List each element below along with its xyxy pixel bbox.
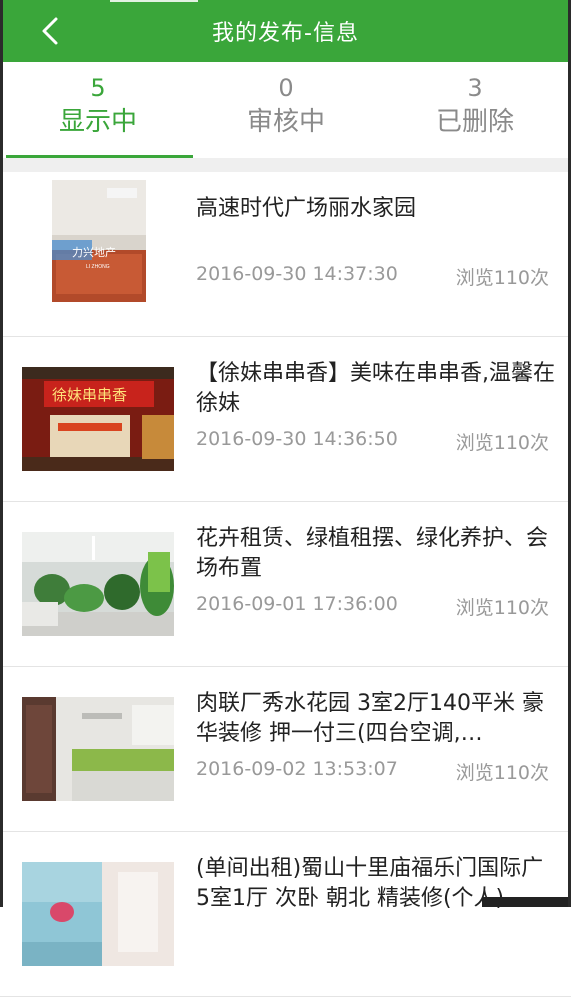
tab-label: 显示中 [58, 107, 137, 137]
tab-label: 审核中 [246, 107, 325, 137]
view-count: 浏览110次 [455, 267, 549, 289]
post-thumbnail [22, 862, 174, 966]
list-item[interactable]: (单间出租)蜀山十里庙福乐门国际广 5室1厅 次卧 朝北 精装修(个人) [0, 832, 571, 997]
tab-showing[interactable]: 5 显示中 [3, 62, 193, 158]
tab-count: 5 [90, 74, 106, 102]
svg-text:徐妹串串香: 徐妹串串香 [52, 386, 127, 404]
post-date: 2016-09-01 17:36:00 [196, 593, 398, 615]
post-date: 2016-09-30 14:36:50 [196, 428, 398, 450]
post-date: 2016-09-02 13:53:07 [196, 758, 398, 780]
post-thumbnail: 徐妹串串香 [22, 367, 174, 471]
svg-text:LI ZHONG: LI ZHONG [86, 264, 110, 270]
tab-count: 3 [467, 74, 483, 102]
page-title: 我的发布-信息 [212, 21, 359, 46]
list-item[interactable]: 力兴地产 LI ZHONG 高速时代广场丽水家园 2016-09-30 14:3… [0, 172, 571, 337]
tab-count: 0 [278, 74, 294, 102]
status-tabs: 5 显示中 0 审核中 3 已删除 [0, 62, 571, 158]
view-count: 浏览110次 [455, 432, 549, 454]
post-thumbnail [22, 532, 174, 636]
post-thumbnail: 力兴地产 LI ZHONG [52, 180, 146, 302]
post-title: 花卉租赁、绿植租摆、绿化养护、会场布置 [196, 526, 549, 581]
view-count: 浏览110次 [455, 762, 549, 784]
list-item[interactable]: 肉联厂秀水花园 3室2厅140平米 豪华装修 押一付三(四台空调,… 2016-… [0, 667, 571, 832]
screen-border-left [0, 0, 3, 907]
section-divider [0, 158, 571, 172]
view-count: 浏览110次 [455, 597, 549, 619]
tab-reviewing[interactable]: 0 审核中 [191, 62, 381, 158]
post-date: 2016-09-30 14:37:30 [196, 263, 398, 285]
navigation-bar: 我的发布-信息 [0, 0, 571, 62]
list-item[interactable]: 花卉租赁、绿植租摆、绿化养护、会场布置 2016-09-01 17:36:00 … [0, 502, 571, 667]
post-title: 高速时代广场丽水家园 [196, 196, 417, 221]
post-title: 肉联厂秀水花园 3室2厅140平米 豪华装修 押一付三(四台空调,… [196, 691, 544, 746]
post-title: 【徐妹串串香】美味在串串香,温馨在徐妹 [196, 361, 555, 416]
list-item[interactable]: 徐妹串串香 【徐妹串串香】美味在串串香,温馨在徐妹 2016-09-30 14:… [0, 337, 571, 502]
post-list: 力兴地产 LI ZHONG 高速时代广场丽水家园 2016-09-30 14:3… [0, 172, 571, 997]
home-indicator [482, 897, 568, 907]
svg-text:力兴地产: 力兴地产 [72, 245, 116, 259]
post-thumbnail [22, 697, 174, 801]
tab-label: 已删除 [435, 107, 514, 137]
status-indicator [110, 0, 198, 2]
tab-deleted[interactable]: 3 已删除 [380, 62, 570, 158]
